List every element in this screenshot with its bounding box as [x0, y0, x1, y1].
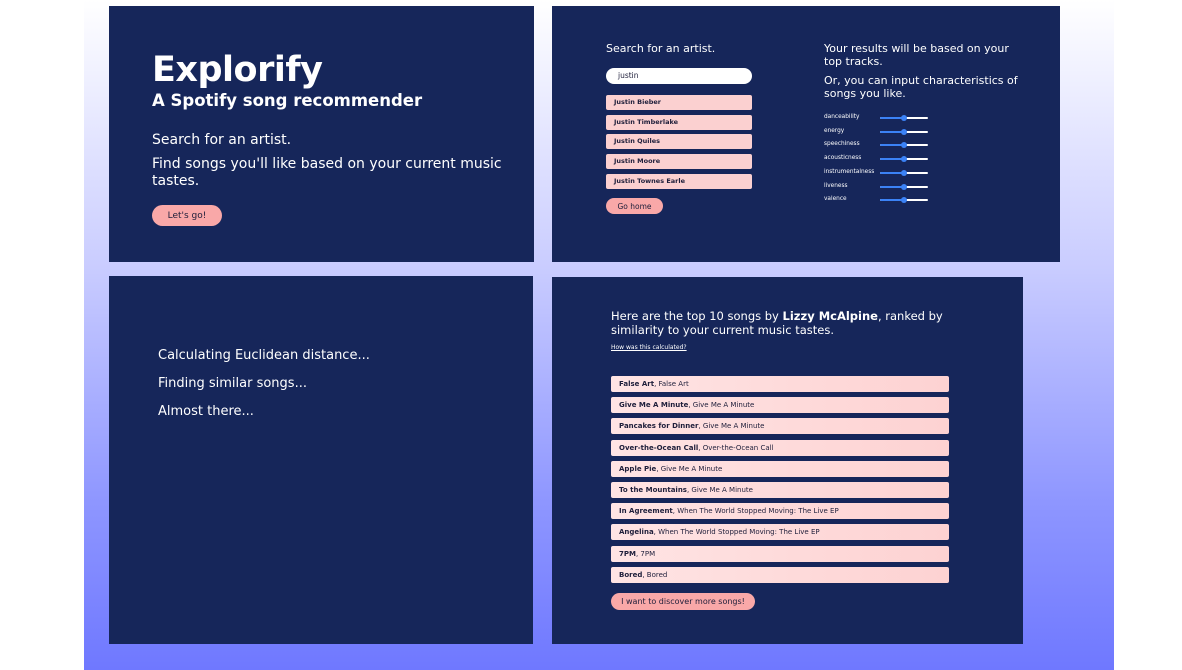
slider-label-energy: energy	[824, 127, 845, 134]
slider-thumb[interactable]	[901, 128, 907, 135]
artist-result-item[interactable]: Justin Timberlake	[606, 114, 752, 130]
song-title: Pancakes for Dinner	[619, 422, 699, 431]
song-title: Over-the-Ocean Call	[619, 443, 699, 452]
artist-search-input[interactable]: justin	[606, 68, 752, 84]
slider-label-valence: valence	[824, 196, 847, 203]
app-title: Explorify	[152, 50, 323, 90]
loading-line-finding: Finding similar songs...	[158, 376, 307, 391]
lets-go-button[interactable]: Let's go!	[152, 205, 222, 226]
song-row[interactable]: To the Mountains, Give Me A Minute	[611, 482, 949, 498]
loading-panel: Calculating Euclidean distance... Findin…	[109, 276, 533, 644]
slider-label-instrumentalness: instrumentalness	[824, 168, 875, 175]
slider-thumb[interactable]	[901, 115, 907, 121]
slider-thumb[interactable]	[901, 156, 907, 163]
landing-panel: Explorify A Spotify song recommender Sea…	[109, 6, 534, 262]
song-row[interactable]: Bored, Bored	[611, 566, 949, 583]
slider-danceability[interactable]	[880, 115, 928, 121]
slider-liveness[interactable]	[880, 183, 928, 190]
loading-line-euclidean: Calculating Euclidean distance...	[158, 348, 370, 363]
song-album: , Give Me A Minute	[686, 486, 753, 494]
intro-line-search: Search for an artist.	[152, 132, 292, 148]
song-title: Angelina	[619, 528, 654, 537]
slider-label-danceability: danceability	[824, 114, 860, 120]
artist-result-item[interactable]: Justin Moore	[606, 154, 752, 170]
song-album: , Give Me A Minute	[656, 464, 723, 473]
characteristics-note: Or, you can input characteristics of son…	[824, 74, 1018, 100]
slider-thumb[interactable]	[901, 183, 907, 190]
song-row[interactable]: Give Me A Minute, Give Me A Minute	[611, 397, 949, 414]
intro-line-find: Find songs you'll like based on your cur…	[152, 156, 502, 189]
discover-more-button[interactable]: I want to discover more songs!	[611, 593, 755, 610]
heading-prefix: Here are the top 10 songs by	[611, 309, 783, 323]
song-album: , Bored	[642, 570, 668, 579]
song-album: , Give Me A Minute	[688, 401, 755, 410]
app-subtitle: A Spotify song recommender	[152, 91, 423, 110]
song-album: , 7PM	[635, 549, 656, 558]
song-title: Give Me A Minute	[619, 401, 689, 410]
slider-thumb[interactable]	[901, 197, 907, 204]
how-calculated-link[interactable]: How was this calculated?	[611, 344, 687, 351]
song-title: To the Mountains	[619, 486, 687, 494]
results-panel: Here are the top 10 songs by Lizzy McAlp…	[552, 277, 1023, 644]
song-album: , Over-the-Ocean Call	[698, 443, 774, 452]
song-album: , Give Me A Minute	[698, 422, 765, 431]
slider-instrumentalness[interactable]	[880, 169, 928, 176]
song-album: , When The World Stopped Moving: The Liv…	[672, 507, 839, 516]
song-row[interactable]: Apple Pie, Give Me A Minute	[611, 460, 949, 477]
song-row[interactable]: False Art, False Art	[611, 376, 949, 392]
slider-acousticness[interactable]	[880, 156, 928, 163]
slider-speechiness[interactable]	[880, 142, 928, 149]
song-row[interactable]: 7PM, 7PM	[611, 545, 949, 562]
song-row[interactable]: Over-the-Ocean Call, Over-the-Ocean Call	[611, 439, 949, 456]
artist-result-item[interactable]: Justin Townes Earle	[606, 173, 752, 189]
song-album: , When The World Stopped Moving: The Liv…	[653, 528, 820, 537]
slider-energy[interactable]	[880, 128, 928, 135]
song-album: , False Art	[654, 380, 689, 388]
slider-thumb[interactable]	[901, 169, 907, 176]
song-row[interactable]: Pancakes for Dinner, Give Me A Minute	[611, 418, 949, 435]
song-row[interactable]: In Agreement, When The World Stopped Mov…	[611, 503, 949, 520]
artist-name: Lizzy McAlpine	[782, 309, 878, 323]
song-title: Apple Pie	[619, 464, 657, 473]
slider-label-liveness: liveness	[824, 182, 848, 189]
results-note: Your results will be based on your top t…	[824, 42, 1009, 68]
song-row[interactable]: Angelina, When The World Stopped Moving:…	[611, 524, 949, 541]
artist-result-item[interactable]: Justin Bieber	[606, 95, 752, 110]
slider-valence[interactable]	[880, 197, 928, 204]
song-title: In Agreement	[619, 507, 673, 516]
go-home-button[interactable]: Go home	[606, 198, 663, 214]
song-title: 7PM	[619, 549, 636, 558]
song-title: False Art	[619, 380, 655, 388]
song-title: Bored	[619, 570, 643, 579]
results-heading: Here are the top 10 songs by Lizzy McAlp…	[611, 309, 951, 337]
artist-result-item[interactable]: Justin Quiles	[606, 134, 752, 150]
search-panel: Search for an artist. justin Justin Bieb…	[552, 6, 1060, 262]
slider-label-speechiness: speechiness	[824, 141, 860, 148]
loading-line-almost: Almost there...	[158, 404, 254, 419]
slider-label-acousticness: acousticness	[824, 155, 862, 162]
slider-thumb[interactable]	[901, 142, 907, 149]
search-label: Search for an artist.	[606, 42, 716, 55]
